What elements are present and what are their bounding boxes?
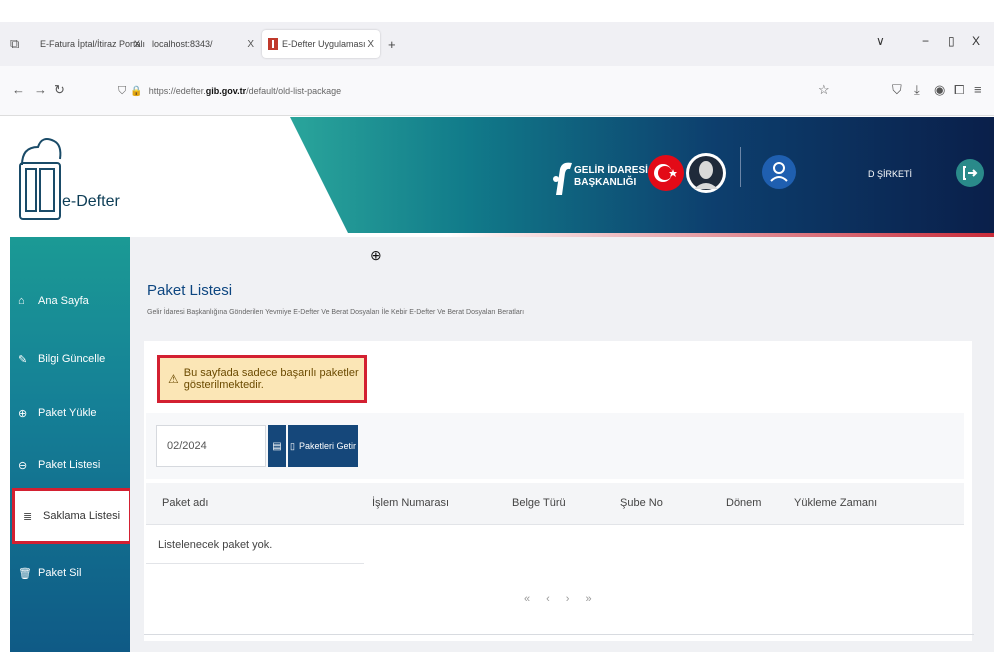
page-subtitle: Gelir İdaresi Başkanlığına Gönderilen Ye… [147, 309, 525, 316]
turkish-flag-icon [648, 155, 684, 191]
warning-alert: ⚠ Bu sayfada sadece başarılı paketler gö… [157, 355, 367, 403]
shield-icon: ⛉ [118, 84, 127, 97]
column-header[interactable]: Şube No [620, 497, 663, 509]
user-edit-icon: ✎ [18, 353, 28, 366]
pagination: « ‹ › » [524, 593, 592, 605]
table-header: Paket adı İşlem Numarası Belge Türü Şube… [146, 483, 964, 525]
sidebar-item-paket-listesi[interactable]: ⊖ Paket Listesi [10, 445, 130, 485]
upload-icon: ⊕ [18, 407, 28, 420]
sidebar-item-paket-yukle[interactable]: ⊕ Paket Yükle [10, 393, 130, 433]
column-header[interactable]: Yükleme Zamanı [794, 497, 877, 509]
tab-list-icon[interactable]: ⧉ [10, 36, 19, 52]
sidebar-item-label: Bilgi Güncelle [38, 353, 106, 365]
sidebar-item-ana-sayfa[interactable]: ⌂ Ana Sayfa [10, 281, 130, 321]
download-icon[interactable]: ⤓ [914, 82, 920, 98]
warning-triangle-icon: ⚠ [168, 372, 179, 386]
warning-text: Bu sayfada sadece başarılı paketler göst… [183, 367, 359, 391]
company-name: D ŞİRKETİ [868, 169, 913, 179]
sidebar-item-label: Paket Listesi [38, 459, 101, 471]
fetch-packages-button[interactable]: ▯ Paketleri Getir [288, 425, 358, 467]
calendar-icon: ▤ [272, 440, 282, 452]
gib-logo-icon [553, 162, 572, 195]
tab-localhost[interactable]: localhost:8343/ X [146, 30, 260, 58]
sidebar-item-saklama-listesi[interactable]: ≣ Saklama Listesi [12, 488, 132, 544]
gib-favicon-icon [268, 38, 278, 50]
forward-icon[interactable]: → [34, 82, 47, 97]
prev-page-button[interactable]: ‹ [546, 593, 550, 605]
calendar-button[interactable]: ▤ [268, 425, 286, 467]
reload-icon[interactable]: ↻ [54, 82, 65, 98]
first-page-button[interactable]: « [524, 593, 530, 605]
tab-edefter[interactable]: E-Defter Uygulaması X [262, 30, 380, 58]
package-card: ⚠ Bu sayfada sadece başarılı paketler gö… [144, 341, 972, 641]
page-title: Paket Listesi [147, 282, 233, 299]
sidebar-item-label: Paket Yükle [38, 407, 97, 419]
url-path: /default/old-list-package [246, 86, 342, 96]
main-content: ⊕ Paket Listesi Gelir İdaresi Başkanlığı… [130, 237, 994, 652]
site-header: e-Defter GELİR İDARESİ BAŞKANLIĞI D ŞİRK… [0, 117, 994, 237]
pocket-icon[interactable]: ⛉ [892, 82, 902, 98]
home-icon: ⌂ [18, 295, 25, 307]
fetch-packages-label: Paketleri Getir [298, 441, 356, 451]
back-icon[interactable]: ← [12, 82, 25, 97]
row-divider [146, 563, 364, 564]
tab-title: localhost:8343/ [152, 39, 213, 49]
header-divider [740, 147, 741, 187]
account-icon[interactable]: ◉ [934, 82, 945, 98]
extensions-icon[interactable]: ⧠ [954, 82, 964, 98]
column-header[interactable]: Paket adı [162, 497, 208, 509]
header-banner: GELİR İDARESİ BAŞKANLIĞI D ŞİRKETİ [290, 117, 994, 237]
top-strip [0, 0, 994, 22]
database-icon: ≣ [23, 510, 33, 523]
tab-title: E-Defter Uygulaması [282, 39, 366, 49]
trash-icon: 🗑 [18, 567, 32, 580]
user-avatar-icon[interactable] [762, 155, 796, 189]
column-header[interactable]: İşlem Numarası [372, 497, 449, 509]
sidebar-item-label: Ana Sayfa [38, 295, 89, 307]
close-window-icon[interactable]: X [972, 34, 980, 48]
last-page-button[interactable]: » [585, 593, 591, 605]
tab-close-icon[interactable]: X [247, 39, 254, 50]
url-prefix: https://edefter. [148, 86, 206, 96]
tab-close-icon[interactable]: X [367, 39, 374, 50]
url-bar[interactable]: ⛉ 🔒 https://edefter. gib.gov.tr /default… [118, 76, 848, 106]
edefter-logo-icon[interactable] [16, 133, 64, 225]
url-domain: gib.gov.tr [205, 86, 247, 96]
tab-list-dropdown-icon[interactable]: ∨ [876, 34, 885, 48]
sidebar: ⌂ Ana Sayfa ✎ Bilgi Güncelle ⊕ Paket Yük… [10, 237, 132, 652]
gib-name-line2: BAŞKANLIĞI [574, 177, 637, 188]
sidebar-item-paket-sil[interactable]: 🗑 Paket Sil [10, 553, 130, 593]
logo-text: e-Defter [62, 193, 120, 210]
zoom-cursor-icon: ⊕ [370, 247, 382, 263]
minimize-icon[interactable]: − [922, 34, 929, 48]
browser-tab-bar: ⧉ E-Fatura İptal/İtiraz Portalı X localh… [0, 22, 994, 66]
logout-icon[interactable] [956, 159, 984, 187]
gib-name: GELİR İDARESİ BAŞKANLIĞI [574, 165, 648, 189]
tab-close-icon[interactable]: X [128, 30, 146, 58]
maximize-icon[interactable]: ▯ [948, 34, 955, 48]
sidebar-item-label: Paket Sil [38, 567, 82, 579]
empty-table-message: Listelenecek paket yok. [158, 539, 273, 551]
filter-bar: ▤ ▯ Paketleri Getir [146, 413, 964, 479]
browser-nav-bar: ← → ↻ ⛉ 🔒 https://edefter. gib.gov.tr /d… [0, 66, 994, 116]
document-icon: ▯ [290, 440, 295, 451]
lock-icon: 🔒 [130, 85, 143, 97]
bookmark-star-icon[interactable]: ☆ [818, 82, 830, 98]
next-page-button[interactable]: › [566, 593, 570, 605]
period-input[interactable] [156, 425, 266, 467]
column-header[interactable]: Belge Türü [512, 497, 566, 509]
menu-icon[interactable]: ≡ [974, 82, 982, 97]
new-tab-button[interactable]: + [382, 30, 402, 58]
sidebar-item-bilgi-guncelle[interactable]: ✎ Bilgi Güncelle [10, 339, 130, 379]
gib-name-line1: GELİR İDARESİ [574, 165, 648, 176]
list-icon: ⊖ [18, 459, 28, 472]
ataturk-portrait-icon [686, 153, 726, 193]
column-header[interactable]: Dönem [726, 497, 761, 509]
card-bottom-divider [144, 634, 974, 635]
sidebar-item-label: Saklama Listesi [43, 510, 121, 522]
